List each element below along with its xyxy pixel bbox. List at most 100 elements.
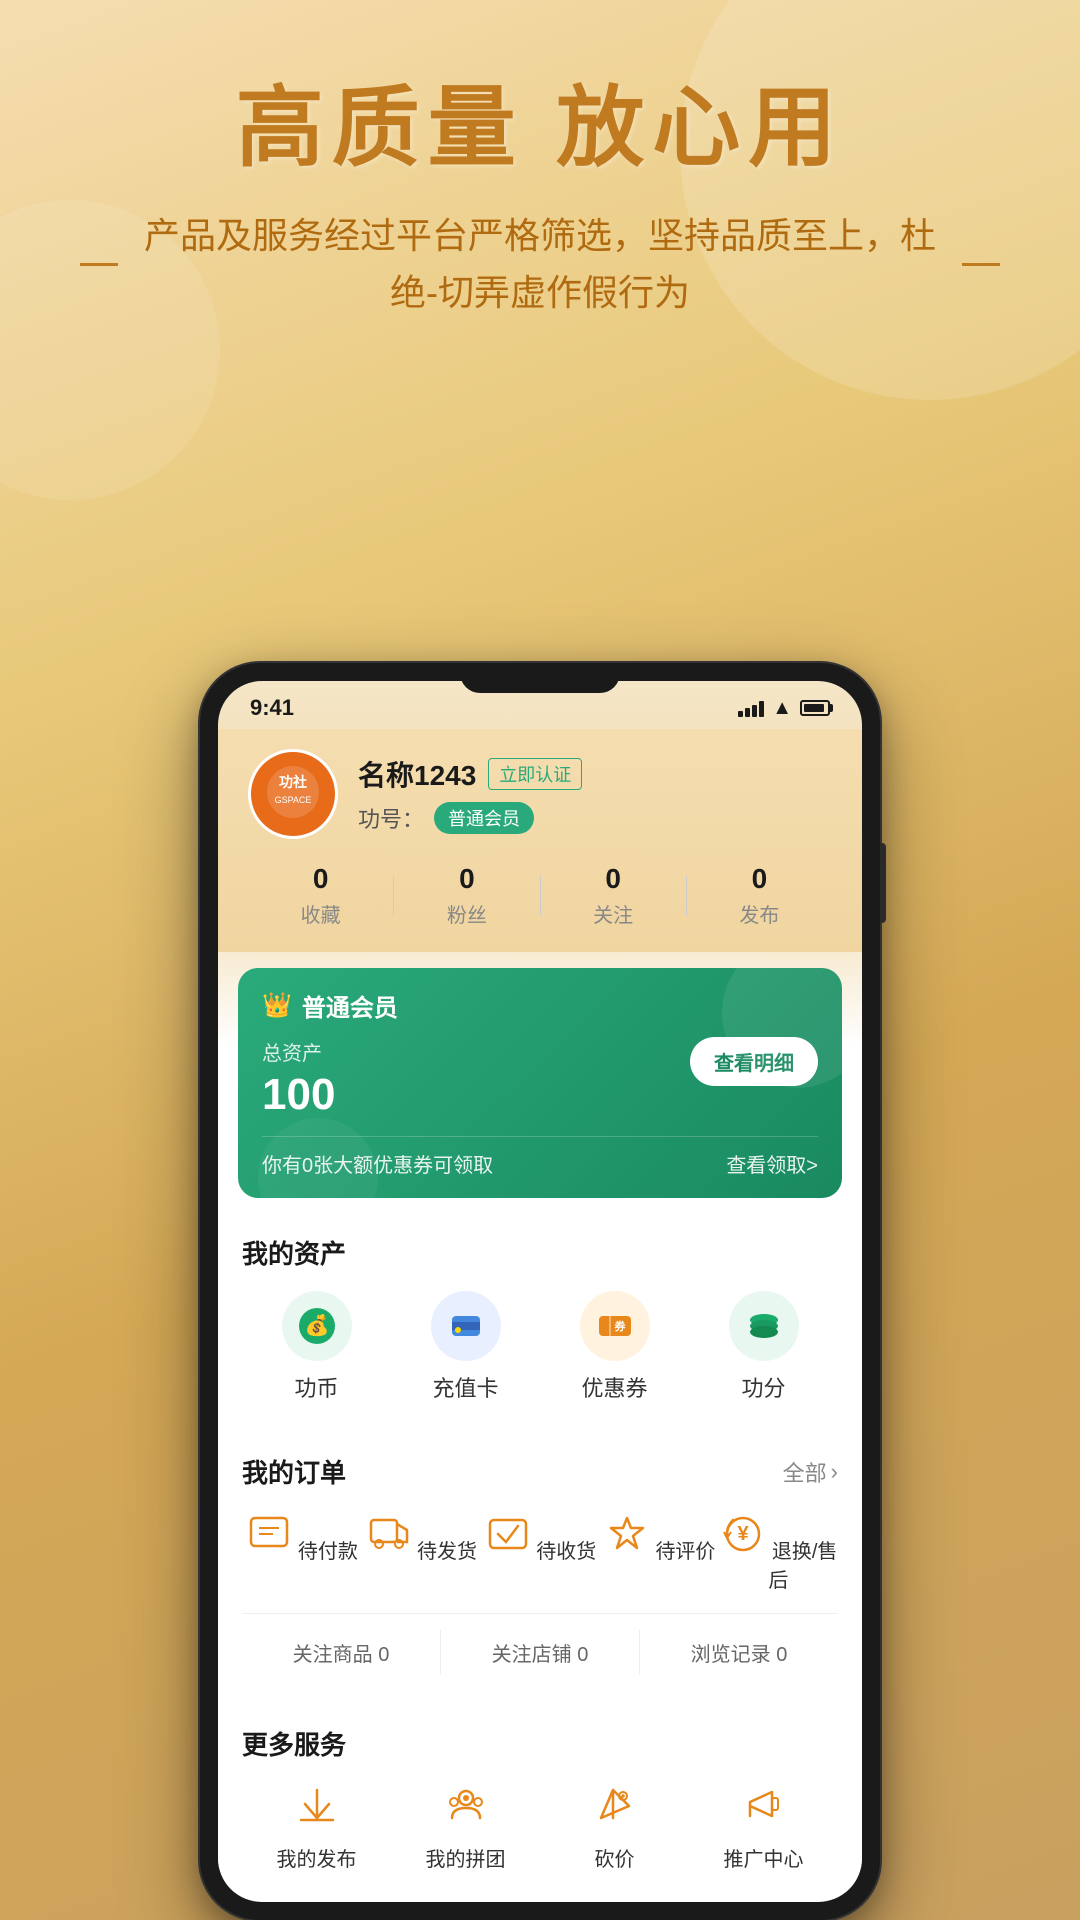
refund-icon: ¥ (719, 1510, 767, 1558)
gongbi-label: 功币 (294, 1376, 338, 1401)
group-label: 我的拼团 (426, 1849, 506, 1871)
signal-icon (738, 699, 764, 717)
profile-section: 功社 GSPACE 名称1243 立即认证 功号： 普通会员 (218, 729, 862, 952)
membership-card: 👑 普通会员 总资产 100 查看明细 你有0张大额优惠券可领取 查看领取> (238, 968, 842, 1198)
asset-gongfen[interactable]: 功分 (689, 1291, 838, 1403)
stat-follow[interactable]: 0 关注 (541, 863, 686, 928)
order-pending-review[interactable]: 待评价 (600, 1510, 719, 1593)
order-pending-pay[interactable]: 待付款 (242, 1510, 361, 1593)
gong-label: 功号： (358, 802, 424, 834)
asset-gongbi[interactable]: 💰 功币 (242, 1291, 391, 1403)
subtitle-text: 产品及服务经过平台严格筛选，坚持品质至上，杜绝-切弄虚作假行为 (130, 207, 951, 322)
stat-fans-label: 粉丝 (394, 899, 539, 928)
pending-pay-label: 待付款 (298, 1541, 358, 1563)
asset-value: 100 (262, 1070, 335, 1120)
service-publish[interactable]: 我的发布 (242, 1782, 391, 1872)
service-group[interactable]: 我的拼团 (391, 1782, 540, 1872)
order-pending-receive[interactable]: 待收货 (480, 1510, 599, 1593)
footer-link-shop[interactable]: 关注店铺 0 (441, 1630, 640, 1675)
coupon-label: 优惠券 (581, 1376, 647, 1401)
stat-fans-value: 0 (394, 863, 539, 895)
member-badge: 普通会员 (434, 802, 534, 834)
svg-text:功社: 功社 (279, 774, 307, 790)
asset-recharge[interactable]: 充值卡 (391, 1291, 540, 1403)
orders-all-link[interactable]: 全部 › (783, 1456, 838, 1488)
avatar[interactable]: 功社 GSPACE (248, 749, 338, 839)
orders-header: 我的订单 全部 › (242, 1453, 838, 1490)
status-time: 9:41 (250, 695, 294, 721)
main-title: 高质量 放心用 (0, 80, 1080, 177)
publish-icon (242, 1782, 391, 1835)
services-grid: 我的发布 我的拼团 (242, 1782, 838, 1872)
svg-text:¥: ¥ (738, 1523, 750, 1545)
gongbi-icon: 💰 (282, 1291, 352, 1361)
orders-grid: 待付款 待发货 (242, 1510, 838, 1593)
stat-publish-value: 0 (687, 863, 832, 895)
refund-label: 退换/售后 (768, 1541, 837, 1592)
card-title: 普通会员 (302, 988, 398, 1023)
footer-goods-text: 关注商品 0 (293, 1644, 390, 1666)
gong-row: 功号： 普通会员 (358, 802, 832, 834)
profile-row: 功社 GSPACE 名称1243 立即认证 功号： 普通会员 (248, 749, 832, 839)
pending-ship-icon (365, 1510, 413, 1558)
gongfen-label: 功分 (741, 1376, 785, 1401)
sub-title: 产品及服务经过平台严格筛选，坚持品质至上，杜绝-切弄虚作假行为 (0, 207, 1080, 322)
detail-button[interactable]: 查看明细 (690, 1037, 818, 1086)
pending-review-label: 待评价 (655, 1541, 715, 1563)
pending-ship-label: 待发货 (417, 1541, 477, 1563)
publish-label: 我的发布 (277, 1849, 357, 1871)
order-pending-ship[interactable]: 待发货 (361, 1510, 480, 1593)
stat-collect[interactable]: 0 收藏 (248, 863, 393, 928)
profile-name-row: 名称1243 立即认证 (358, 754, 832, 794)
stat-follow-value: 0 (541, 863, 686, 895)
order-refund[interactable]: ¥ 退换/售后 (719, 1510, 838, 1593)
stat-publish[interactable]: 0 发布 (687, 863, 832, 928)
crown-icon: 👑 (262, 991, 292, 1020)
wifi-icon: ▲ (772, 697, 792, 720)
stat-follow-label: 关注 (541, 899, 686, 928)
footer-link-goods[interactable]: 关注商品 0 (242, 1630, 441, 1675)
notch (460, 663, 620, 693)
services-title: 更多服务 (242, 1725, 346, 1762)
battery-icon (800, 700, 830, 716)
card-header-row: 👑 普通会员 (262, 988, 818, 1023)
header-section: 高质量 放心用 产品及服务经过平台严格筛选，坚持品质至上，杜绝-切弄虚作假行为 (0, 0, 1080, 322)
my-orders-section: 我的订单 全部 › 待付款 (218, 1433, 862, 1695)
profile-name: 名称1243 (358, 754, 476, 794)
footer-link-history[interactable]: 浏览记录 0 (640, 1630, 838, 1675)
services-header: 更多服务 (242, 1725, 838, 1762)
svg-text:💰: 💰 (304, 1313, 329, 1337)
asset-section: 总资产 100 (262, 1037, 335, 1120)
pending-receive-icon (484, 1510, 532, 1558)
pending-receive-label: 待收货 (536, 1541, 596, 1563)
stats-row: 0 收藏 0 粉丝 0 关注 0 (248, 863, 832, 928)
footer-history-text: 浏览记录 0 (691, 1644, 788, 1666)
recharge-icon (431, 1291, 501, 1361)
coupon-link[interactable]: 查看领取> (726, 1149, 818, 1178)
footer-links: 关注商品 0 关注店铺 0 浏览记录 0 (242, 1613, 838, 1675)
service-promote[interactable]: 推广中心 (689, 1782, 838, 1872)
stat-collect-label: 收藏 (248, 899, 393, 928)
profile-info: 名称1243 立即认证 功号： 普通会员 (358, 754, 832, 834)
bargain-icon (540, 1782, 689, 1835)
more-services-section: 更多服务 我的发布 (218, 1705, 862, 1892)
phone-frame: 9:41 ▲ (200, 663, 880, 1920)
orders-all-label: 全部 (783, 1456, 827, 1488)
stat-fans[interactable]: 0 粉丝 (394, 863, 539, 928)
promote-label: 推广中心 (724, 1849, 804, 1871)
assets-title: 我的资产 (242, 1234, 346, 1271)
pending-pay-icon (245, 1510, 293, 1558)
promote-icon (689, 1782, 838, 1835)
asset-coupon[interactable]: 券 优惠券 (540, 1291, 689, 1403)
stat-publish-label: 发布 (687, 899, 832, 928)
phone-screen: 9:41 ▲ (218, 681, 862, 1902)
pending-review-icon (603, 1510, 651, 1558)
svg-text:GSPACE: GSPACE (275, 795, 312, 805)
verify-badge[interactable]: 立即认证 (488, 758, 582, 790)
card-body-row: 总资产 100 查看明细 (262, 1037, 818, 1120)
group-icon (391, 1782, 540, 1835)
assets-header: 我的资产 (242, 1234, 838, 1271)
service-bargain[interactable]: 砍价 (540, 1782, 689, 1872)
orders-title: 我的订单 (242, 1453, 346, 1490)
stat-collect-value: 0 (248, 863, 393, 895)
